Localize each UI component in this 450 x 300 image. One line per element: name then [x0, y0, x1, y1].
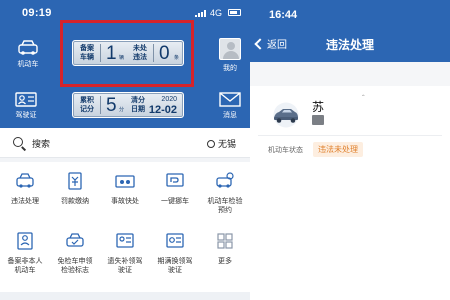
points-unit: 分 [119, 107, 125, 113]
service-item-violation-car[interactable]: 违法处理 [0, 172, 50, 206]
network-type: 4G [210, 8, 223, 18]
mine-button-label: 我的 [223, 65, 237, 72]
right-screen: 16:44 返回 违法处理 苏 ˆ 机动车状态 违法未处理 [250, 0, 450, 300]
license-button-label: 驾驶证 [15, 112, 37, 119]
service-item-more-grid[interactable]: 更多 [200, 232, 250, 266]
avatar [219, 38, 241, 60]
service-item-label: 遗失补领驾驶证 [107, 258, 143, 274]
service-item-label: 违法处理 [11, 198, 39, 205]
plate-hidden-mark: ˆ [362, 94, 365, 103]
clear-year: 2020 [161, 96, 177, 103]
highlight-box [60, 20, 194, 87]
service-item-label: 更多 [218, 258, 232, 265]
accident-icon [115, 175, 135, 188]
points-value: 5 [106, 95, 117, 116]
battery-icon [228, 9, 241, 16]
status-time: 16:44 [269, 9, 298, 21]
search-bar[interactable]: 搜索 无锡 [0, 128, 250, 158]
license-summary-plate[interactable]: 累积 记分 5 分 清分 日期 2020 12-02 [72, 92, 184, 118]
service-item-label: 机动车检验预约 [207, 198, 243, 214]
reissue-license-icon [116, 233, 134, 248]
service-item-label: 期满换领驾驶证 [157, 258, 193, 274]
page-title: 违法处理 [325, 38, 374, 52]
service-item-label: 罚款缴纳 [61, 198, 89, 205]
service-item-exempt-inspection[interactable]: 免检车申领检验标志 [50, 232, 100, 275]
status-time: 09:19 [22, 7, 52, 19]
search-input[interactable]: 搜索 [32, 137, 50, 150]
status-badge: 违法未处理 [312, 142, 363, 157]
violation-car-icon [16, 173, 34, 188]
message-button-label: 消息 [223, 112, 237, 119]
vehicle-state-label: 机动车状态 [268, 147, 303, 154]
city-selector[interactable]: 无锡 [206, 137, 236, 150]
service-item-inspection[interactable]: 机动车检验预约 [200, 172, 250, 215]
register-other-car-icon [17, 232, 33, 250]
divider [258, 135, 442, 136]
plate-divider [100, 96, 101, 114]
clear-date-label: 清分 日期 [131, 97, 145, 113]
license-card-icon [15, 92, 37, 107]
plate-redaction [312, 115, 324, 125]
service-item-fine-payment[interactable]: 罚款缴纳 [50, 172, 100, 206]
signal-icon [195, 10, 207, 17]
mine-button[interactable]: 我的 [210, 38, 250, 73]
service-item-label: 事故快处 [111, 198, 139, 205]
service-item-label: 免检车申领检验标志 [57, 258, 93, 274]
car-icon [273, 102, 299, 128]
service-item-label: 备案非本人机动车 [7, 258, 43, 274]
message-button[interactable]: 消息 [210, 92, 250, 120]
vehicle-button[interactable]: 机动车 [8, 40, 48, 69]
license-button[interactable]: 驾驶证 [6, 92, 46, 120]
points-label: 累积 记分 [80, 97, 94, 113]
service-grid: 违法处理 罚款缴纳 事故快处 一键挪车 机动车检验预约备案非本人机动车 免检车申领检验标志… [0, 162, 250, 300]
service-item-accident[interactable]: 事故快处 [100, 172, 150, 206]
clear-month-day: 12-02 [148, 104, 177, 116]
envelope-icon [219, 92, 241, 107]
fine-payment-icon [68, 172, 82, 190]
search-icon [13, 137, 23, 147]
city-name: 无锡 [217, 139, 236, 149]
service-item-label: 一键挪车 [161, 198, 189, 205]
exempt-inspection-icon [66, 233, 84, 247]
service-item-register-other-car[interactable]: 备案非本人机动车 [0, 232, 50, 275]
location-icon [206, 140, 215, 148]
plate-prefix: 苏 [312, 100, 325, 114]
header-gap [250, 62, 450, 86]
vehicle-icon [18, 40, 38, 55]
vehicle-button-label: 机动车 [17, 61, 39, 68]
bottom-strip [0, 292, 250, 300]
vehicle-state-row: 机动车状态 违法未处理 [268, 142, 363, 157]
inspection-icon [216, 172, 234, 188]
more-grid-icon [217, 233, 233, 249]
service-item-renew-license[interactable]: 期满换领驾驶证 [150, 232, 200, 275]
service-item-move-car[interactable]: 一键挪车 [150, 172, 200, 206]
move-car-icon [166, 173, 184, 187]
violation-header: 16:44 返回 违法处理 [250, 0, 450, 62]
service-item-reissue-license[interactable]: 遗失补领驾驶证 [100, 232, 150, 275]
clear-date: 2020 12-02 [149, 95, 177, 116]
renew-license-icon [166, 233, 184, 248]
